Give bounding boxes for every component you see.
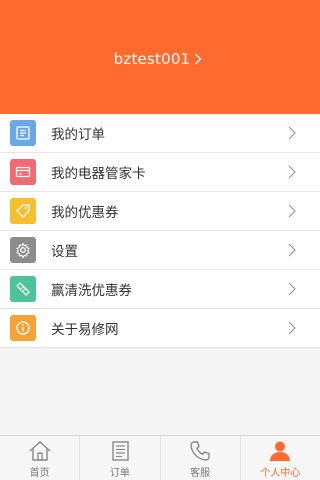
chevron-right-icon xyxy=(288,125,298,141)
menu-item-label: 我的电器管家卡 xyxy=(51,166,146,182)
chevron-right-icon xyxy=(288,242,298,258)
menu-item-about[interactable]: 关于易修网 xyxy=(0,309,320,347)
chevron-right-icon xyxy=(288,203,298,219)
username: bztest001 xyxy=(113,50,191,68)
gear-icon xyxy=(10,237,36,263)
tab-home[interactable]: 首页 xyxy=(0,436,81,480)
tab-label: 客服 xyxy=(190,468,211,479)
menu-item-label: 设置 xyxy=(51,244,78,260)
menu-item-appliance-card[interactable]: 我的电器管家卡 xyxy=(0,153,320,192)
chevron-right-icon xyxy=(288,281,298,297)
ticket-icon xyxy=(10,276,36,302)
tab-label: 首页 xyxy=(29,468,50,479)
card-icon xyxy=(10,159,36,185)
profile-header: bztest001 xyxy=(0,0,320,114)
phone-icon xyxy=(187,439,213,463)
tab-label: 个人中心 xyxy=(260,468,301,479)
menu-item-label: 关于易修网 xyxy=(51,322,119,338)
username-link[interactable]: bztest001 xyxy=(0,47,320,71)
menu-item-label: 我的优惠券 xyxy=(51,205,119,221)
tab-personal-center[interactable]: 个人中心 xyxy=(241,436,320,480)
info-icon xyxy=(10,315,36,341)
person-icon xyxy=(267,439,293,463)
home-icon xyxy=(27,439,53,463)
order-list-icon xyxy=(10,120,36,146)
chevron-right-icon xyxy=(288,320,298,336)
menu-list: 我的订单 我的电器管家卡 我的优惠券 设置 赢清洗优惠券 关于易修网 xyxy=(0,114,320,348)
menu-item-my-coupons[interactable]: 我的优惠券 xyxy=(0,192,320,231)
menu-item-settings[interactable]: 设置 xyxy=(0,231,320,270)
tab-label: 订单 xyxy=(109,468,130,479)
menu-item-label: 我的订单 xyxy=(51,127,105,143)
tab-orders[interactable]: 订单 xyxy=(80,436,161,480)
chevron-right-icon xyxy=(194,52,206,66)
app-screen: bztest001 我的订单 我的电器管家卡 我的优惠券 设置 赢清洗优惠券 关… xyxy=(0,0,320,480)
chevron-right-icon xyxy=(288,164,298,180)
bottom-tab-bar: 首页 订单 客服 个人中心 xyxy=(0,435,320,480)
menu-item-my-orders[interactable]: 我的订单 xyxy=(0,114,320,153)
tag-icon xyxy=(10,198,36,224)
menu-item-cleaning-coupons[interactable]: 赢清洗优惠券 xyxy=(0,270,320,309)
menu-item-label: 赢清洗优惠券 xyxy=(51,283,132,299)
tab-customer-service[interactable]: 客服 xyxy=(161,436,241,480)
document-icon xyxy=(107,439,133,463)
